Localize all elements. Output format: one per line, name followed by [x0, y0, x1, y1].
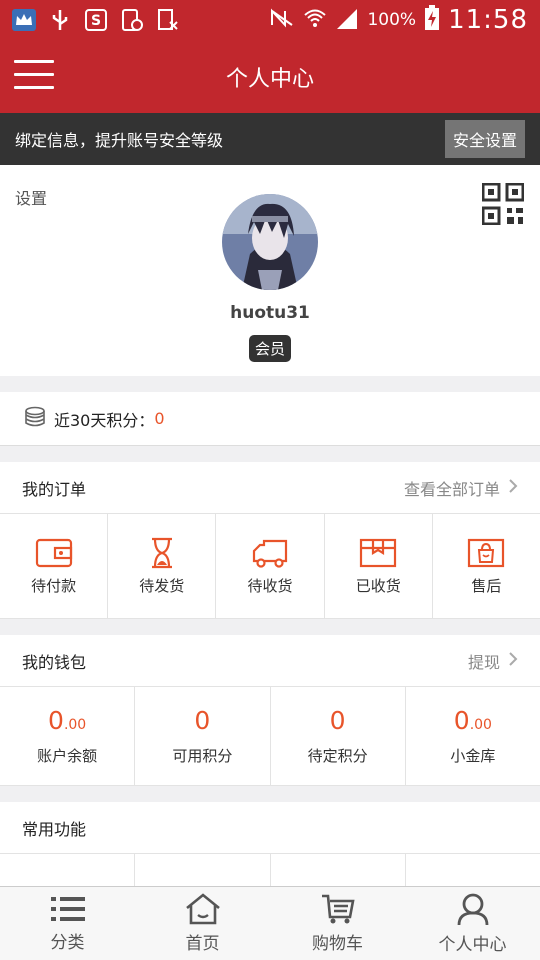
username: huotu31 [230, 303, 310, 323]
wallet-icon [35, 538, 72, 567]
account-balance[interactable]: 0.00 账户余额 [0, 687, 136, 785]
page-title: 个人中心 [225, 66, 314, 92]
app-header: 个人中心 [0, 40, 540, 113]
withdraw-label: 提现 [467, 652, 500, 672]
security-notice-bar: 绑定信息，提升账号安全等级 安全设置 [0, 113, 540, 165]
service-bag-icon [468, 538, 505, 567]
tab-category[interactable]: 分类 [0, 887, 135, 960]
security-notice-text: 绑定信息，提升账号安全等级 [15, 131, 224, 150]
chevron-right-icon [508, 478, 518, 498]
wallet-grid: 0.00 账户余额 0 可用积分 0 待定积分 0.00 小金库 [0, 687, 540, 786]
doc-x-icon [156, 8, 180, 32]
order-pending-receipt-label: 待收货 [247, 576, 293, 595]
member-badge: 会员 [249, 335, 292, 362]
points-row[interactable]: 近30天积分： 0 [0, 392, 540, 446]
battery-percent: 100% [367, 10, 417, 30]
points-value: 0 [154, 409, 165, 428]
tab-home-label: 首页 [185, 934, 220, 954]
avatar[interactable] [222, 194, 318, 290]
small-vault-label: 小金库 [450, 747, 496, 765]
view-all-orders-label: 查看全部订单 [403, 479, 500, 499]
status-bar: S 100% 11:58 [0, 0, 540, 40]
small-vault-value: 0.00 [453, 706, 492, 735]
menu-button[interactable] [14, 60, 54, 92]
order-pending-shipment-label: 待发货 [139, 576, 185, 595]
cart-icon [321, 894, 355, 924]
user-icon [457, 893, 488, 926]
tab-cart[interactable]: 购物车 [270, 887, 405, 960]
order-received-label: 已收货 [355, 576, 401, 595]
view-all-orders-link[interactable]: 查看全部订单 [404, 476, 518, 500]
pending-points-label: 待定积分 [307, 747, 368, 765]
wifi-icon [303, 8, 327, 32]
points-label: 近30天积分： [54, 410, 155, 430]
bottom-tab-bar: 分类 首页 购物车 个人中心 [0, 886, 540, 960]
tab-profile[interactable]: 个人中心 [405, 887, 540, 960]
s-app-icon: S [84, 8, 108, 32]
order-pending-receipt[interactable]: 待收货 [216, 514, 325, 618]
order-after-sales[interactable]: 售后 [433, 514, 540, 618]
available-points[interactable]: 0 可用积分 [135, 687, 271, 785]
box-icon [360, 538, 397, 567]
small-vault[interactable]: 0.00 小金库 [406, 687, 540, 785]
list-icon [50, 897, 85, 921]
usb-icon [48, 8, 72, 32]
order-received[interactable]: 已收货 [325, 514, 433, 618]
hamburger-line [14, 73, 54, 76]
home-icon [185, 893, 220, 925]
orders-header: 我的订单 查看全部订单 [0, 462, 540, 514]
security-settings-button[interactable]: 安全设置 [444, 120, 525, 158]
order-pending-payment-label: 待付款 [31, 576, 77, 595]
wallet-title: 我的钱包 [22, 652, 87, 672]
tab-home[interactable]: 首页 [135, 887, 270, 960]
withdraw-link[interactable]: 提现 [468, 649, 518, 673]
pending-points[interactable]: 0 待定积分 [271, 687, 406, 785]
order-status-grid: 待付款 待发货 待收货 已收货 售后 [0, 514, 540, 619]
svg-text:S: S [91, 13, 101, 29]
functions-header: 常用功能 [0, 802, 540, 854]
app-crown-icon [12, 8, 36, 32]
tab-cart-label: 购物车 [312, 934, 363, 954]
qr-code-icon[interactable] [481, 182, 525, 226]
order-pending-shipment[interactable]: 待发货 [108, 514, 217, 618]
battery-charging-icon [424, 5, 440, 35]
hamburger-line [14, 60, 54, 63]
truck-icon [252, 539, 288, 568]
functions-title: 常用功能 [22, 819, 87, 839]
settings-link[interactable]: 设置 [15, 185, 47, 209]
chevron-right-icon [508, 651, 518, 671]
available-points-value: 0 [194, 706, 211, 735]
wallet-header: 我的钱包 提现 [0, 635, 540, 687]
hourglass-icon [151, 537, 172, 568]
orders-title: 我的订单 [22, 479, 87, 499]
profile-card: 设置 huotu31 会员 [0, 165, 540, 376]
available-points-label: 可用积分 [172, 747, 233, 765]
tab-category-label: 分类 [50, 933, 85, 953]
account-balance-value: 0.00 [48, 706, 87, 735]
tab-profile-label: 个人中心 [438, 935, 507, 955]
clock-time: 11:58 [448, 5, 528, 35]
account-balance-label: 账户余额 [37, 747, 98, 765]
order-pending-payment[interactable]: 待付款 [0, 514, 109, 618]
hamburger-line [14, 86, 54, 89]
nfc-icon [269, 8, 295, 32]
coins-icon [24, 406, 46, 432]
pending-points-value: 0 [329, 706, 346, 735]
phone-clock-icon [120, 8, 144, 32]
order-after-sales-label: 售后 [471, 576, 502, 595]
signal-icon [335, 7, 359, 33]
